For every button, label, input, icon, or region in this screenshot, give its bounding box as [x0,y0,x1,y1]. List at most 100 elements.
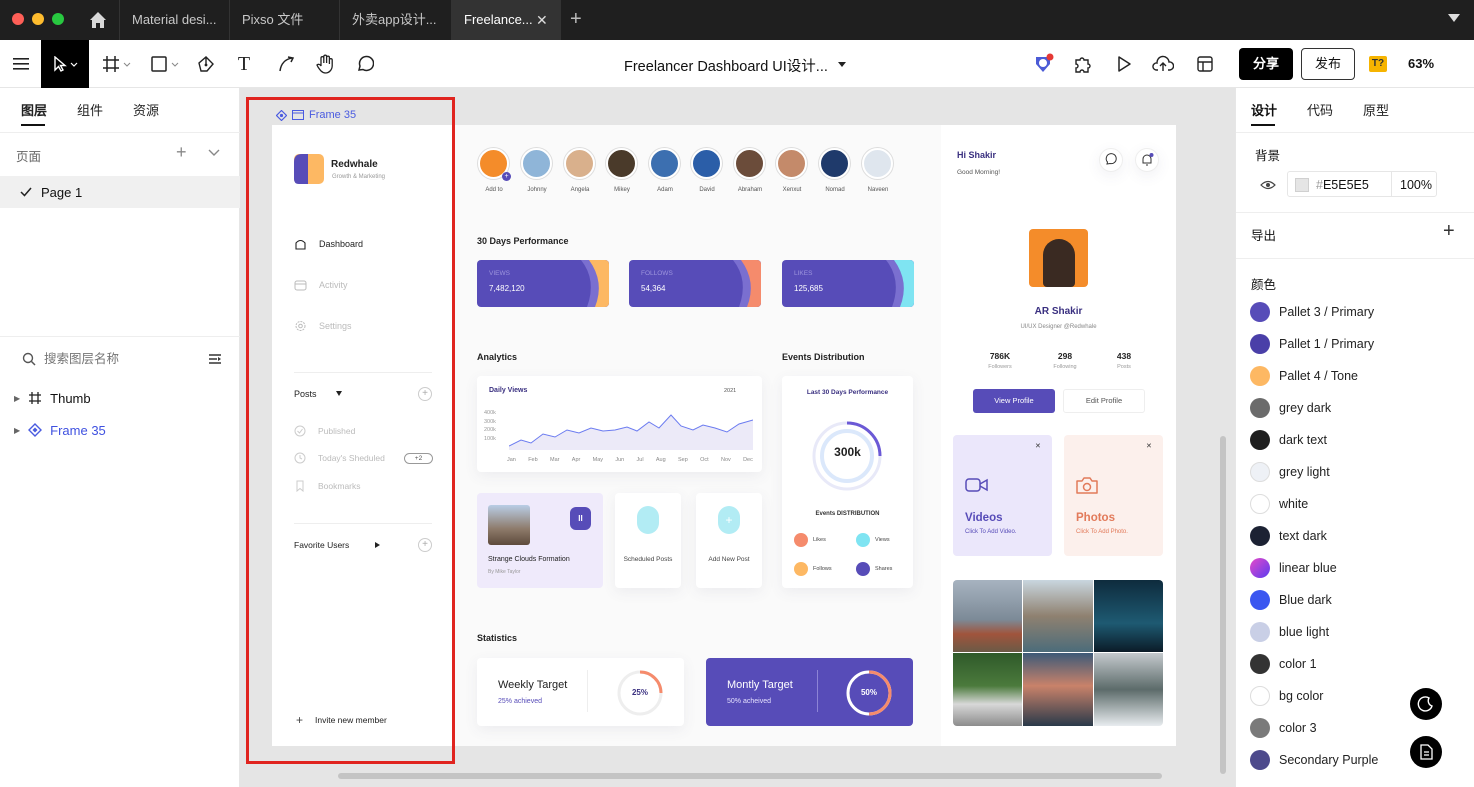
filter-icon[interactable] [208,353,222,365]
add-new-post-card[interactable]: + Add New Post [696,493,762,588]
color-style-item[interactable]: color 1 [1236,654,1474,676]
document-title[interactable]: Freelancer Dashboard UI设计... [624,55,828,76]
maximize-window-button[interactable] [52,13,64,25]
color-style-item[interactable]: grey dark [1236,398,1474,420]
color-style-item[interactable]: white [1236,494,1474,516]
bg-hex-value[interactable]: #E5E5E5 [1316,178,1369,192]
zoom-level[interactable]: 63% [1408,56,1434,71]
color-style-item[interactable]: linear blue [1236,558,1474,580]
tab-waimai[interactable]: 外卖app设计... [339,0,451,40]
color-swatch[interactable] [1250,398,1270,418]
bg-opacity-value[interactable]: 100% [1400,178,1432,192]
color-swatch[interactable] [1250,462,1270,482]
layer-thumb[interactable]: ▶ Thumb [0,382,240,414]
videos-card[interactable]: ✕ Videos Click To Add Video. [953,435,1052,556]
avatar[interactable] [862,148,893,179]
avatar[interactable] [606,148,637,179]
photo-tile[interactable] [1023,580,1093,652]
add-tab-icon[interactable]: + [570,8,582,31]
comment-tool-icon[interactable] [353,40,377,88]
layout-icon[interactable] [1192,40,1218,88]
frame-tool-icon[interactable] [100,40,134,88]
play-icon[interactable] [1110,40,1136,88]
photo-tile[interactable] [953,653,1022,726]
tab-pixso[interactable]: Pixso 文件 [229,0,339,40]
year-select[interactable]: 2021 [724,388,736,394]
post-card[interactable]: II Strange Clouds Formation By Mike Tayl… [477,493,603,588]
color-swatch[interactable] [1250,622,1270,642]
home-icon[interactable] [88,10,110,30]
color-swatch[interactable] [1250,302,1270,322]
views-card[interactable]: VIEWS 7,482,120 [477,260,609,307]
tabs-dropdown-icon[interactable] [1448,14,1460,22]
color-swatch[interactable] [1250,686,1270,706]
layer-search-input[interactable] [44,349,194,369]
close-tab-icon[interactable]: ✕ [536,0,548,40]
close-window-button[interactable] [12,13,24,25]
plugin-badge-icon[interactable] [1030,40,1056,88]
color-swatch[interactable] [1250,494,1270,514]
eye-icon[interactable] [1260,178,1276,190]
layer-frame-35[interactable]: ▶ Frame 35 [0,414,240,446]
color-swatch[interactable] [1250,430,1270,450]
color-swatch[interactable] [1250,750,1270,770]
color-style-item[interactable]: Pallet 3 / Primary [1236,302,1474,324]
close-icon[interactable]: ✕ [1146,442,1152,450]
tab-freelance[interactable]: Freelance... ✕ [451,0,561,40]
color-swatch[interactable] [1250,366,1270,386]
color-swatch[interactable] [1250,654,1270,674]
upload-cloud-icon[interactable] [1150,40,1176,88]
type-badge[interactable]: T? [1369,56,1387,72]
color-swatch[interactable] [1250,334,1270,354]
color-swatch[interactable] [1250,718,1270,738]
bg-color-input[interactable]: #E5E5E5 100% [1287,171,1437,197]
menu-icon[interactable] [8,40,34,88]
page-item[interactable]: Page 1 [0,176,240,208]
minimize-window-button[interactable] [32,13,44,25]
avatar[interactable] [564,148,595,179]
tab-layers[interactable]: 图层 [21,100,47,119]
hand-tool-icon[interactable] [313,40,337,88]
move-tool-icon[interactable] [41,40,89,88]
vertical-scrollbar[interactable] [1220,436,1226,774]
theme-toggle-icon[interactable] [1410,688,1442,720]
tab-design[interactable]: 设计 [1251,100,1277,119]
color-style-item[interactable]: blue light [1236,622,1474,644]
bg-swatch[interactable] [1295,178,1309,192]
photos-card[interactable]: ✕ Photos Click To Add Photo. [1064,435,1163,556]
text-tool-icon[interactable]: T [232,40,256,88]
edit-profile-button[interactable]: Edit Profile [1063,389,1145,413]
chat-icon[interactable] [1099,148,1123,172]
avatar[interactable] [649,148,680,179]
shape-tool-icon[interactable] [148,40,182,88]
design-canvas[interactable]: Frame 35 Redwhale Growth & Marketing Das… [240,88,1235,787]
color-swatch[interactable] [1250,590,1270,610]
color-style-item[interactable]: Pallet 1 / Primary [1236,334,1474,356]
color-style-item[interactable]: Blue dark [1236,590,1474,612]
follows-card[interactable]: FOLLOWS 54,364 [629,260,761,307]
tab-components[interactable]: 组件 [77,100,103,119]
tab-material[interactable]: Material desi... [119,0,229,40]
photo-tile[interactable] [1094,580,1163,652]
photo-tile[interactable] [1023,653,1093,726]
color-style-item[interactable]: grey light [1236,462,1474,484]
color-style-item[interactable]: dark text [1236,430,1474,452]
connector-tool-icon[interactable] [274,40,298,88]
photo-tile[interactable] [1094,653,1163,726]
close-icon[interactable]: ✕ [1035,442,1041,450]
avatar[interactable] [691,148,722,179]
color-style-item[interactable]: Pallet 4 / Tone [1236,366,1474,388]
photo-tile[interactable] [953,580,1022,652]
avatar[interactable] [521,148,552,179]
avatar[interactable] [819,148,850,179]
view-profile-button[interactable]: View Profile [973,389,1055,413]
share-button[interactable]: 分享 [1239,48,1293,80]
avatar[interactable] [776,148,807,179]
tab-prototype[interactable]: 原型 [1363,100,1389,119]
avatar[interactable] [734,148,765,179]
collapse-pages-icon[interactable] [208,146,220,158]
tab-assets[interactable]: 资源 [133,100,159,119]
color-swatch[interactable] [1250,558,1270,578]
document-icon[interactable] [1410,736,1442,768]
plugins-icon[interactable] [1070,40,1096,88]
